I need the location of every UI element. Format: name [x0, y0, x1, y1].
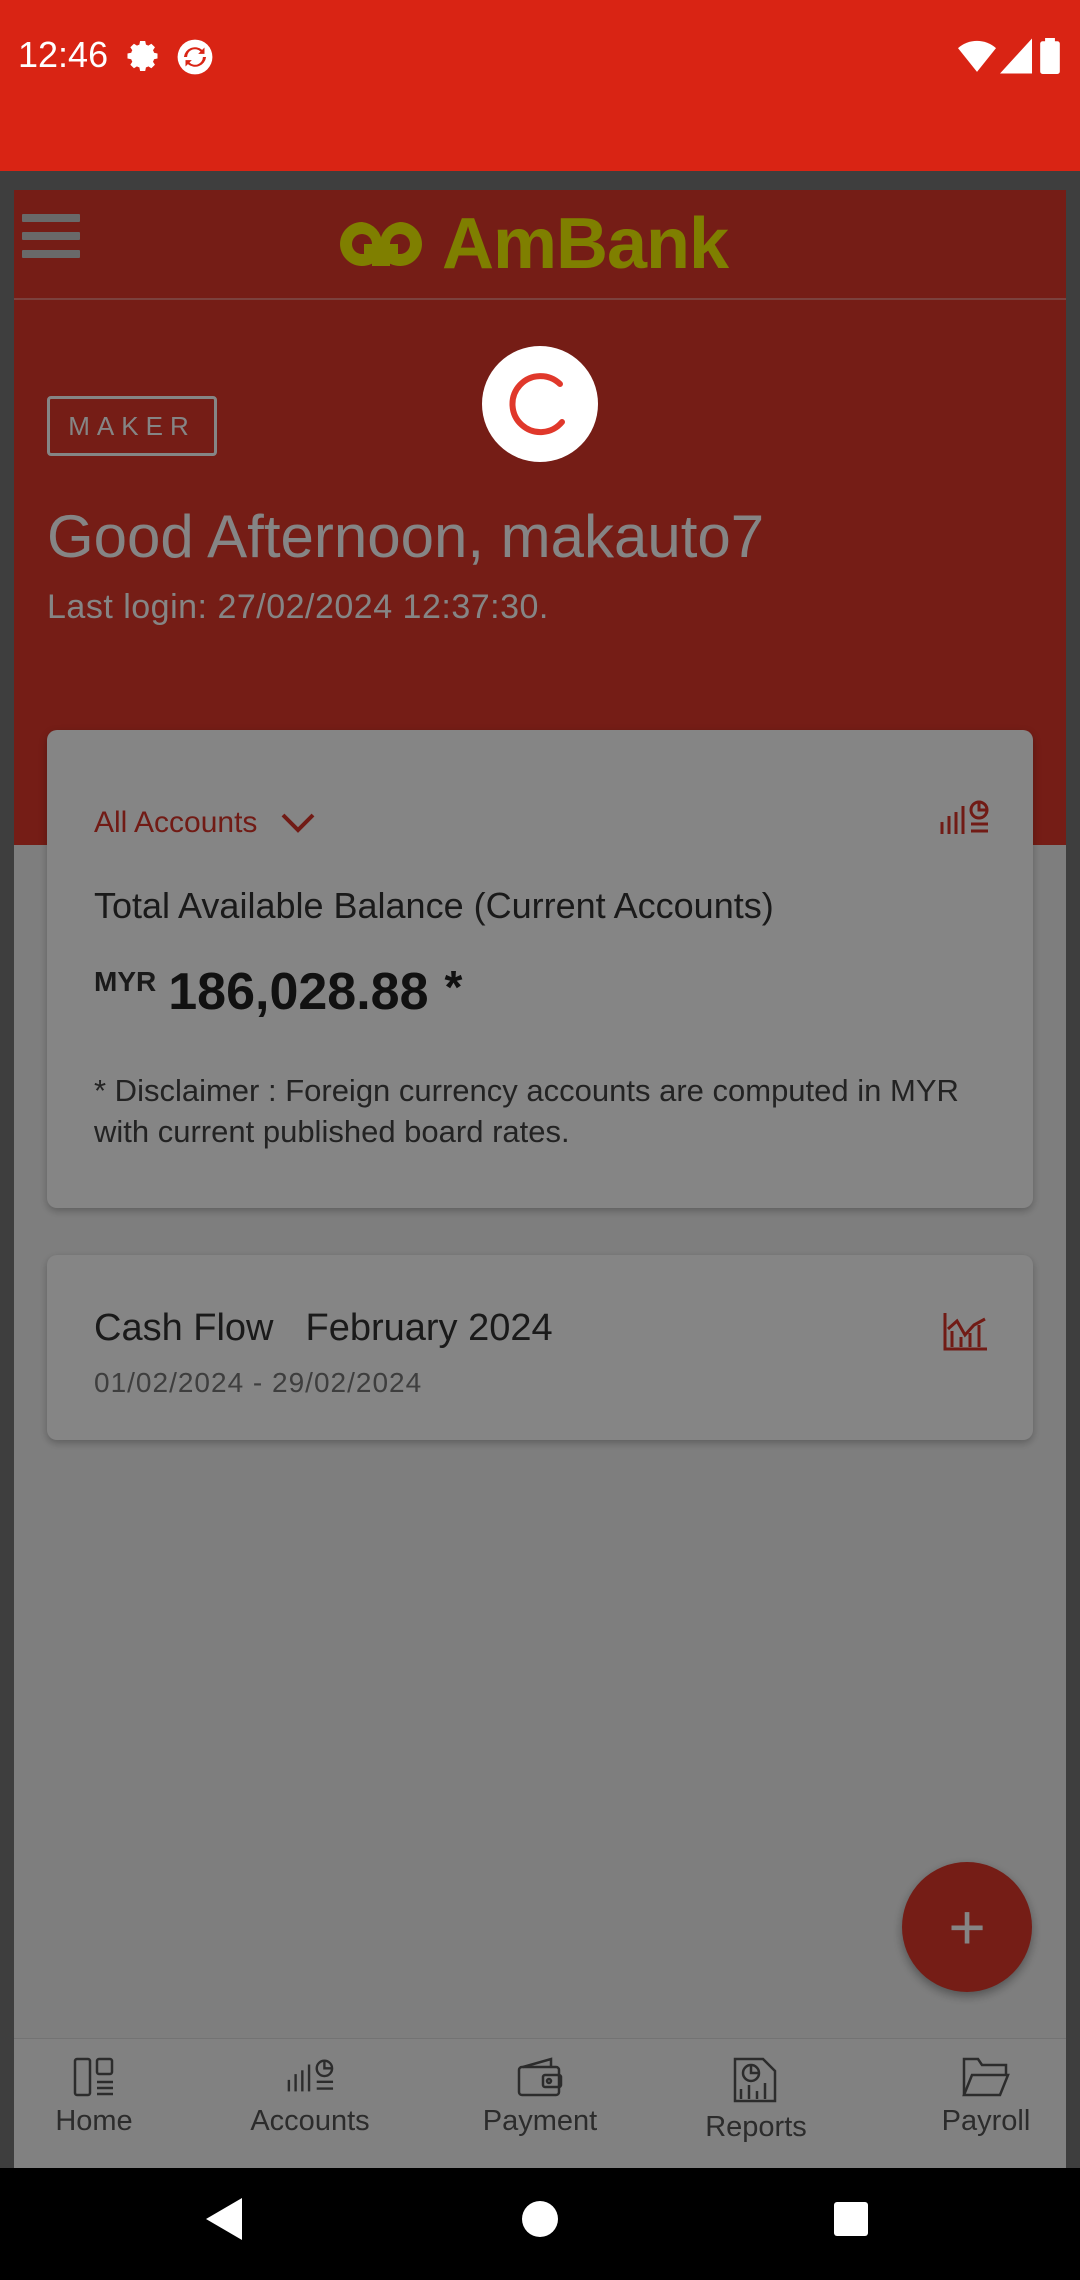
- loading-spinner: [482, 346, 598, 462]
- system-nav-bar: [0, 2168, 1080, 2280]
- signal-icon: [1000, 38, 1032, 79]
- home-circle-icon[interactable]: [521, 2196, 559, 2247]
- recents-icon[interactable]: [833, 2196, 869, 2247]
- status-bar: 12:46: [0, 0, 1080, 171]
- spinner-arc-icon: [509, 373, 565, 436]
- status-time: 12:46: [18, 34, 109, 75]
- sync-icon: [176, 38, 214, 81]
- battery-icon: [1040, 38, 1060, 79]
- loading-overlay: [0, 171, 1080, 2168]
- wifi-icon: [958, 38, 996, 79]
- screen: 12:46 AmBank MAKER Good Afternoon, makau…: [0, 0, 1080, 2280]
- back-icon[interactable]: [204, 2196, 244, 2247]
- gear-icon: [126, 38, 162, 79]
